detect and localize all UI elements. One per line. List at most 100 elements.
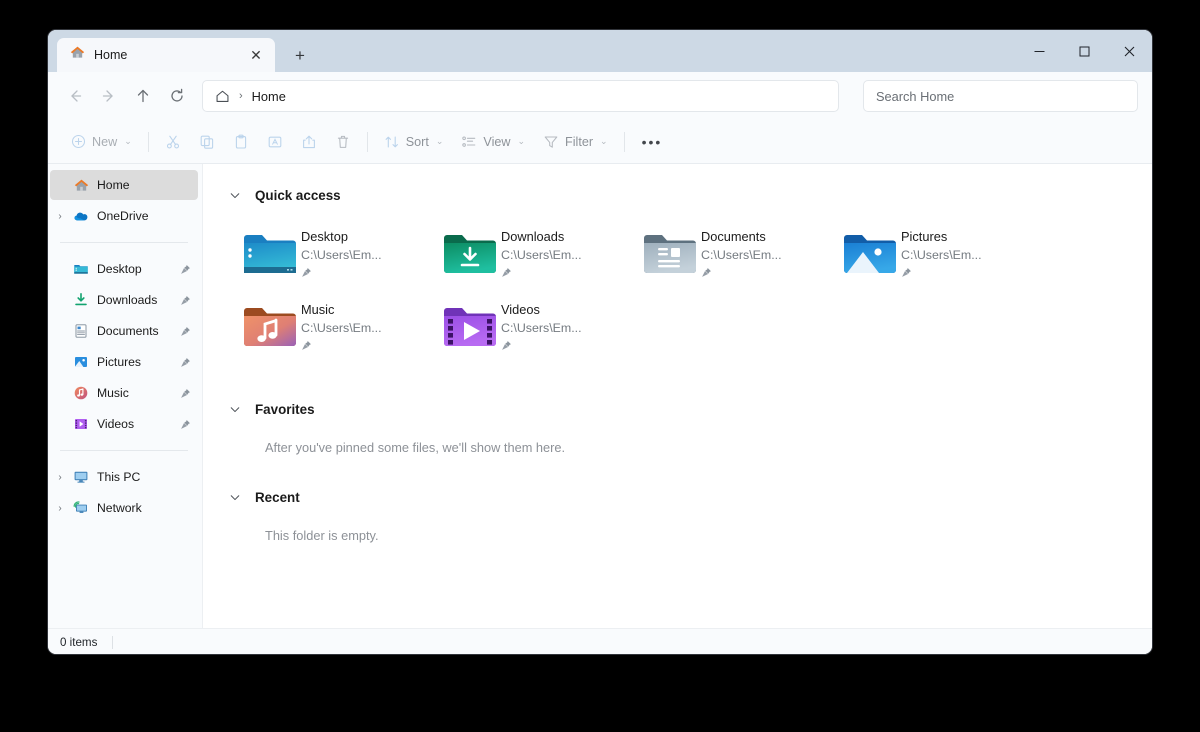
sidebar-item-label: Pictures xyxy=(97,355,142,369)
share-button[interactable] xyxy=(292,126,326,158)
sidebar-item-downloads[interactable]: Downloads xyxy=(50,285,198,315)
paste-button[interactable] xyxy=(224,126,258,158)
sidebar-item-label: OneDrive xyxy=(97,209,149,223)
quick-access-tile-music[interactable]: Music C:\Users\Em... xyxy=(239,295,439,368)
more-options-button[interactable]: ••• xyxy=(632,134,673,150)
quick-access-tile-videos[interactable]: Videos C:\Users\Em... xyxy=(439,295,639,368)
chevron-right-icon[interactable]: › xyxy=(50,472,70,483)
this-pc-icon xyxy=(70,469,92,485)
delete-button[interactable] xyxy=(326,126,360,158)
tile-path: C:\Users\Em... xyxy=(301,321,382,335)
chevron-down-icon[interactable] xyxy=(229,189,241,202)
videos-folder-icon xyxy=(70,416,92,432)
chevron-down-icon[interactable] xyxy=(229,491,241,504)
chevron-down-icon: ⌄ xyxy=(435,136,444,146)
music-folder-icon xyxy=(239,299,301,349)
pin-icon xyxy=(301,340,382,354)
home-icon xyxy=(70,45,85,65)
toolbar-separator-2 xyxy=(366,131,368,152)
section-title: Recent xyxy=(255,489,300,505)
sort-button-label: Sort xyxy=(405,134,429,149)
music-folder-icon xyxy=(70,385,92,401)
clipboard-icon xyxy=(233,134,249,150)
sidebar-item-onedrive[interactable]: › OneDrive xyxy=(50,201,198,231)
quick-access-tile-documents[interactable]: Documents C:\Users\Em... xyxy=(639,222,839,295)
rename-icon xyxy=(267,134,283,150)
main-body: Home › OneDrive Desktop Downloads Docume… xyxy=(48,164,1152,628)
maximize-button[interactable] xyxy=(1062,30,1107,72)
quick-access-header[interactable]: Quick access xyxy=(229,182,1152,208)
chevron-right-icon[interactable]: › xyxy=(50,503,70,514)
favorites-header[interactable]: Favorites xyxy=(229,396,1152,422)
sort-button[interactable]: Sort ⌄ xyxy=(375,126,453,158)
recent-header[interactable]: Recent xyxy=(229,484,1152,510)
chevron-down-icon: ⌄ xyxy=(600,136,608,146)
tile-text: Pictures C:\Users\Em... xyxy=(901,226,982,281)
content-pane: Quick access Desktop C:\Users\Em... Down… xyxy=(203,164,1152,628)
tile-path: C:\Users\Em... xyxy=(301,248,382,262)
pin-icon[interactable] xyxy=(180,419,191,430)
tile-name: Downloads xyxy=(501,229,565,244)
up-button[interactable] xyxy=(126,79,160,113)
sidebar-item-music[interactable]: Music xyxy=(50,378,198,408)
close-icon[interactable]: ✕ xyxy=(243,42,269,68)
view-button[interactable]: View ⌄ xyxy=(452,126,534,158)
sidebar-item-documents[interactable]: Documents xyxy=(50,316,198,346)
chevron-down-icon[interactable] xyxy=(229,403,241,416)
plus-circle-icon xyxy=(71,134,86,149)
breadcrumb[interactable]: › Home xyxy=(202,80,839,112)
navigation-pane[interactable]: Home › OneDrive Desktop Downloads Docume… xyxy=(48,164,203,628)
chevron-right-icon[interactable]: › xyxy=(50,211,70,222)
search-input[interactable]: Search Home xyxy=(863,80,1138,112)
onedrive-icon xyxy=(70,208,92,224)
new-tab-button[interactable]: + xyxy=(285,40,315,70)
tile-path: C:\Users\Em... xyxy=(501,248,582,262)
quick-access-tile-downloads[interactable]: Downloads C:\Users\Em... xyxy=(439,222,639,295)
sidebar-item-pictures[interactable]: Pictures xyxy=(50,347,198,377)
tab-title: Home xyxy=(94,48,128,62)
filter-icon xyxy=(543,134,559,150)
view-icon xyxy=(461,134,477,150)
sidebar-item-label: Network xyxy=(97,501,142,515)
pin-icon[interactable] xyxy=(180,295,191,306)
tile-name: Music xyxy=(301,302,335,317)
tile-name: Documents xyxy=(701,229,766,244)
pin-icon[interactable] xyxy=(180,264,191,275)
chevron-down-icon: ⌄ xyxy=(517,136,526,146)
quick-access-tile-desktop[interactable]: Desktop C:\Users\Em... xyxy=(239,222,439,295)
cut-button[interactable] xyxy=(156,126,190,158)
tab-home[interactable]: Home ✕ xyxy=(57,38,275,72)
sidebar-item-home[interactable]: Home xyxy=(50,170,198,200)
tile-path: C:\Users\Em... xyxy=(701,248,782,262)
close-button[interactable] xyxy=(1107,30,1152,72)
new-button[interactable]: New ⌄ xyxy=(62,126,141,158)
refresh-button[interactable] xyxy=(160,79,194,113)
chevron-down-icon: ⌄ xyxy=(124,136,132,146)
title-bar: Home ✕ + xyxy=(48,30,1152,72)
sidebar-item-label: Documents xyxy=(97,324,159,338)
filter-button[interactable]: Filter ⌄ xyxy=(534,126,617,158)
file-explorer-window: Home ✕ + › Home Search Home New ⌄ Sort ⌄… xyxy=(48,30,1152,654)
forward-button[interactable] xyxy=(92,79,126,113)
sidebar-item-this-pc[interactable]: › This PC xyxy=(50,462,198,492)
window-controls xyxy=(1017,30,1152,72)
breadcrumb-current[interactable]: Home xyxy=(252,89,286,104)
sidebar-item-desktop[interactable]: Desktop xyxy=(50,254,198,284)
rename-button[interactable] xyxy=(258,126,292,158)
back-button[interactable] xyxy=(58,79,92,113)
minimize-button[interactable] xyxy=(1017,30,1062,72)
trash-icon xyxy=(335,134,351,150)
sidebar-item-network[interactable]: › Network xyxy=(50,493,198,523)
pin-icon xyxy=(901,267,982,281)
tile-path: C:\Users\Em... xyxy=(901,248,982,262)
tile-text: Desktop C:\Users\Em... xyxy=(301,226,382,281)
home-outline-icon[interactable] xyxy=(215,89,230,104)
sidebar-item-videos[interactable]: Videos xyxy=(50,409,198,439)
new-button-label: New xyxy=(92,134,118,149)
copy-button[interactable] xyxy=(190,126,224,158)
pin-icon[interactable] xyxy=(180,326,191,337)
pin-icon[interactable] xyxy=(180,357,191,368)
pin-icon[interactable] xyxy=(180,388,191,399)
sidebar-item-label: Videos xyxy=(97,417,135,431)
quick-access-tile-pictures[interactable]: Pictures C:\Users\Em... xyxy=(839,222,1039,295)
